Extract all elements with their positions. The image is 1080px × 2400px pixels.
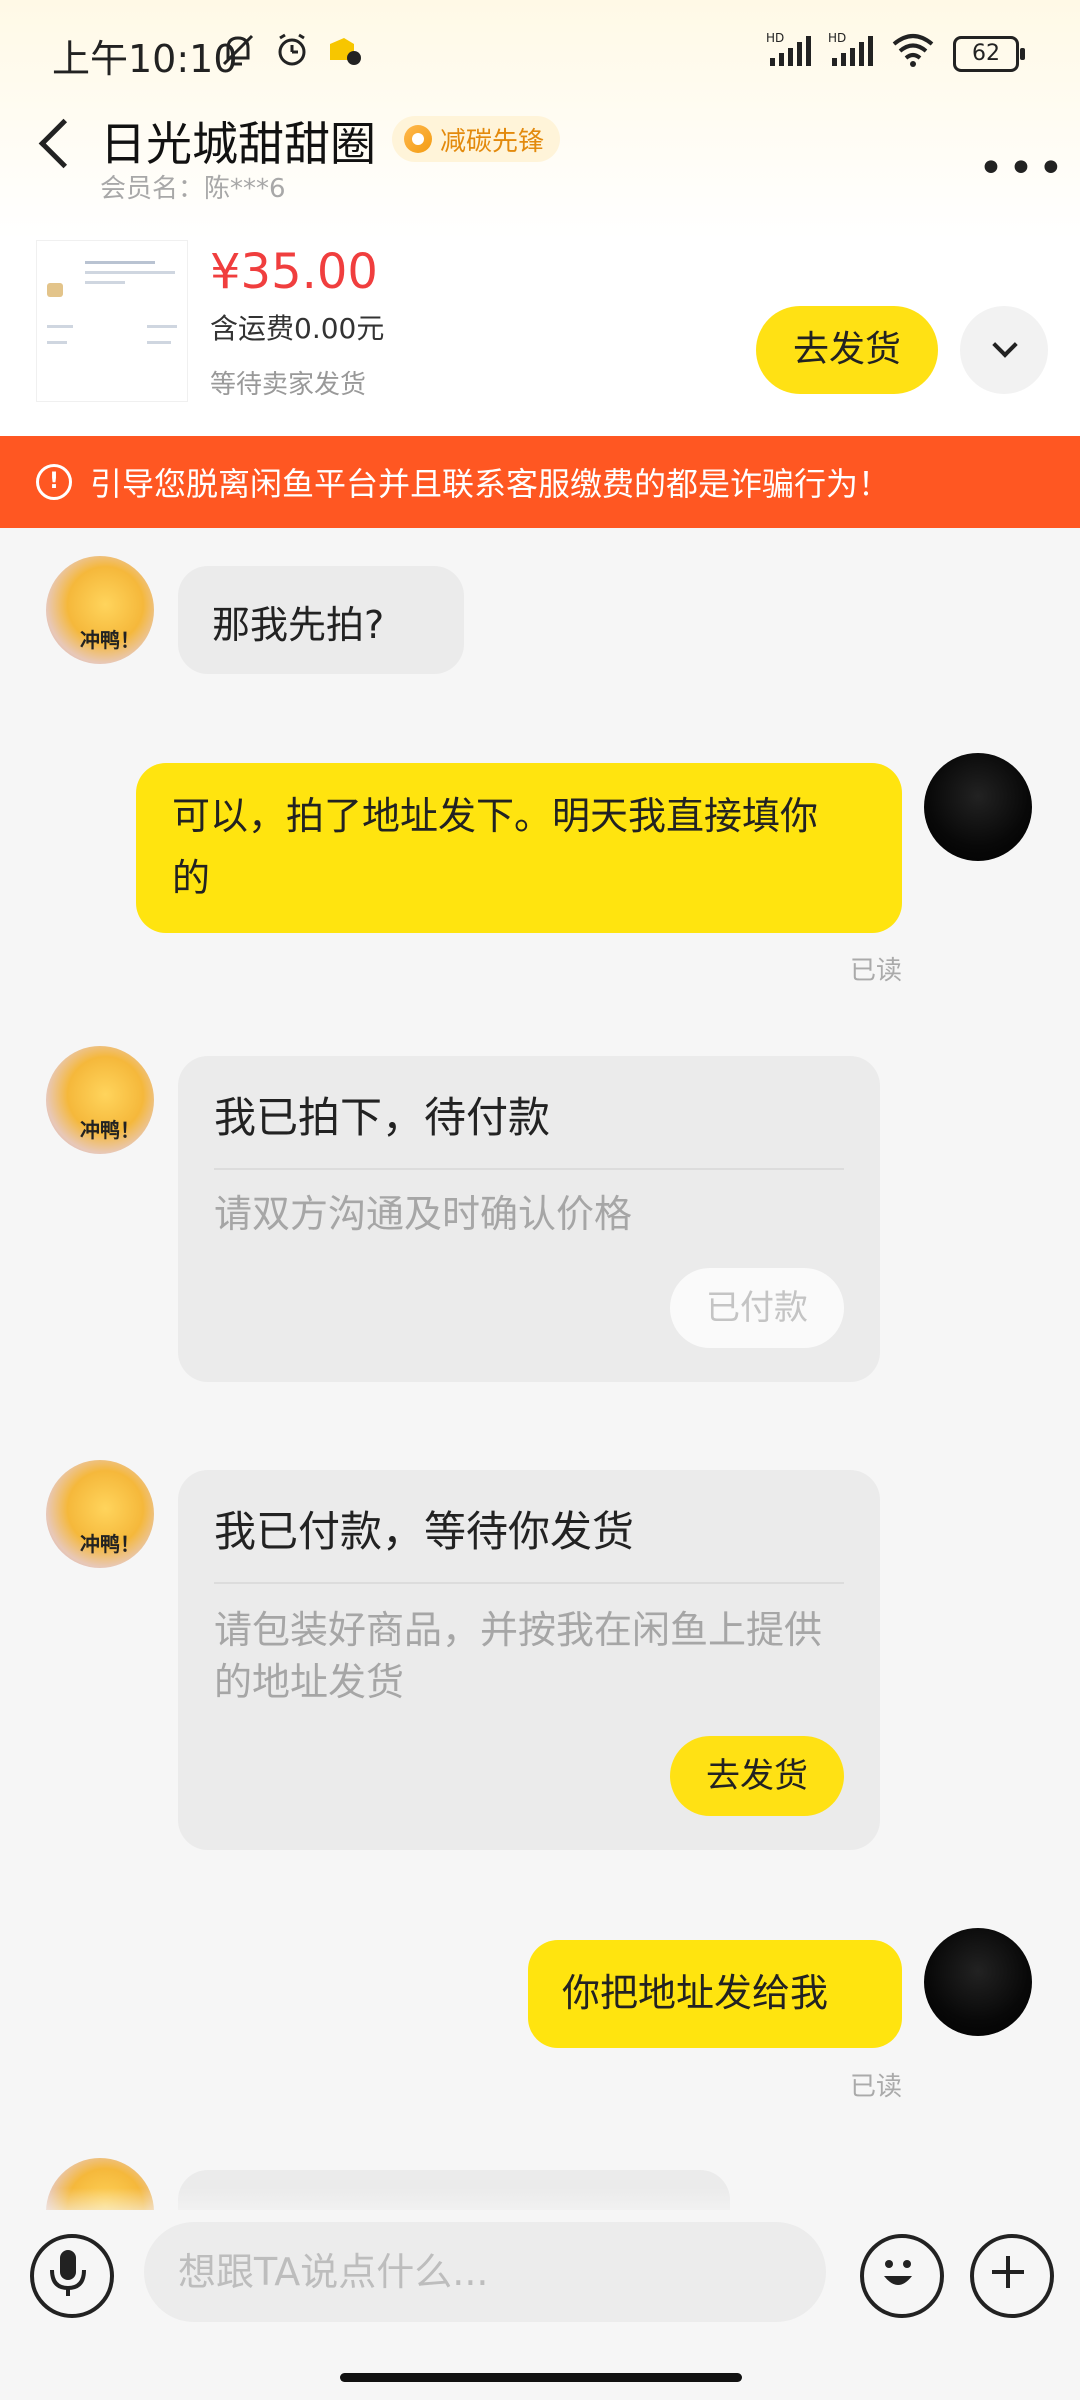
- cellular-signal-icon: HD: [766, 30, 820, 78]
- chevron-down-icon[interactable]: [960, 306, 1048, 394]
- plus-icon[interactable]: [970, 2234, 1054, 2318]
- alarm-icon: [272, 30, 312, 78]
- cellular-signal-2-icon: HD: [828, 30, 882, 78]
- card-divider: [214, 1582, 844, 1584]
- card-title: 我已拍下，待付款: [214, 1093, 551, 1142]
- message-bubble[interactable]: 你把地址发给我: [528, 1940, 902, 2048]
- order-card[interactable]: 我已拍下，待付款 请双方沟通及时确认价格 已付款: [178, 1056, 880, 1382]
- card-description: 请包装好商品，并按我在闲鱼上提供的地址发货: [214, 1608, 823, 1704]
- message-text: 可以，拍了地址发下。明天我直接填你的: [172, 794, 819, 900]
- card-divider: [214, 1168, 844, 1170]
- emoji-icon[interactable]: [860, 2234, 944, 2318]
- message-bubble[interactable]: 可以，拍了地址发下。明天我直接填你的: [136, 763, 902, 933]
- seller-avatar[interactable]: 冲鸭！: [46, 556, 154, 664]
- read-receipt: 已读: [850, 2072, 903, 2102]
- product-thumbnail[interactable]: [36, 240, 188, 402]
- badge-label: 减碳先锋: [440, 126, 545, 157]
- page-title: 日光城甜甜圈: [100, 117, 376, 171]
- status-time: 上午10:10: [52, 37, 238, 81]
- ship-card-button[interactable]: 去发货: [670, 1736, 844, 1816]
- warning-text: 引导您脱离闲鱼平台并且联系客服缴费的都是诈骗行为！: [90, 465, 891, 503]
- more-icon[interactable]: •••: [978, 143, 1068, 194]
- app-notification-icon: [324, 30, 364, 78]
- microphone-icon[interactable]: [30, 2234, 114, 2318]
- card-title: 我已付款，等待你发货: [214, 1507, 635, 1556]
- home-indicator[interactable]: [340, 2373, 742, 2382]
- order-card[interactable]: 我已付款，等待你发货 请包装好商品，并按我在闲鱼上提供的地址发货 去发货: [178, 1470, 880, 1850]
- message-text: 那我先拍?: [212, 603, 385, 647]
- carbon-badge[interactable]: 减碳先锋: [392, 116, 561, 162]
- message-text: 你把地址发给我: [562, 1971, 829, 2015]
- member-name: 会员名：陈***6: [100, 174, 286, 204]
- warning-icon: !: [36, 464, 72, 500]
- bell-off-icon: [218, 30, 258, 78]
- svg-text:HD: HD: [766, 31, 784, 45]
- ship-button[interactable]: 去发货: [756, 306, 938, 394]
- order-price: ¥35.00: [210, 244, 378, 300]
- seller-avatar[interactable]: 冲鸭！: [46, 1046, 154, 1154]
- read-receipt: 已读: [850, 956, 903, 986]
- fraud-warning-banner: ! 引导您脱离闲鱼平台并且联系客服缴费的都是诈骗行为！: [0, 436, 1080, 528]
- message-input[interactable]: 想跟TA说点什么...: [144, 2222, 826, 2322]
- wifi-icon: [890, 30, 936, 78]
- my-avatar[interactable]: [924, 1928, 1032, 2036]
- card-description: 请双方沟通及时确认价格: [214, 1192, 633, 1236]
- seller-avatar[interactable]: 冲鸭！: [46, 1460, 154, 1568]
- message-bubble[interactable]: 那我先拍?: [178, 566, 464, 674]
- order-status: 等待卖家发货: [210, 370, 367, 400]
- svg-text:HD: HD: [828, 31, 846, 45]
- my-avatar[interactable]: [924, 753, 1032, 861]
- battery-indicator: 62: [953, 36, 1025, 72]
- shipping-fee: 含运费0.00元: [210, 312, 385, 345]
- leaf-badge-icon: [404, 125, 432, 153]
- paid-button[interactable]: 已付款: [670, 1268, 844, 1348]
